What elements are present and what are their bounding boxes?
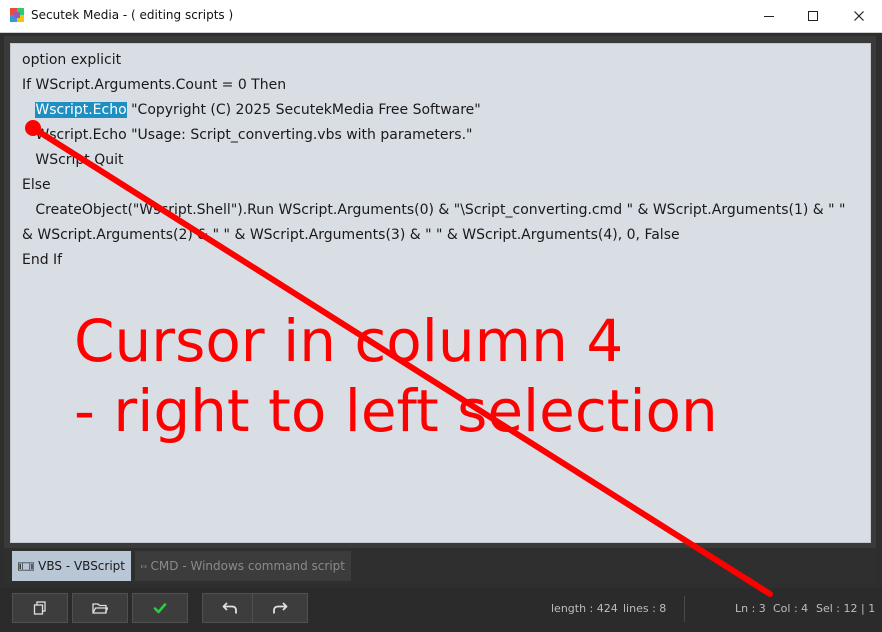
app-logo-icon bbox=[10, 8, 24, 22]
tabs-bar: VBS - VBScript CMD - Windows command scr… bbox=[4, 548, 876, 584]
tab-vbs[interactable]: VBS - VBScript bbox=[12, 551, 131, 581]
code-line: CreateObject("Wscript.Shell").Run WScrip… bbox=[22, 202, 846, 218]
code-line: Else bbox=[22, 177, 51, 193]
maximize-button[interactable] bbox=[790, 0, 836, 32]
code-line: & WScript.Arguments(2) & " " & WScript.A… bbox=[22, 227, 680, 243]
status-sel: Sel : 12 | 1 bbox=[816, 602, 876, 615]
window-title: Secutek Media - ( editing scripts ) bbox=[31, 8, 234, 22]
tab-label: CMD - Windows command script bbox=[150, 559, 345, 573]
open-button[interactable] bbox=[72, 593, 128, 623]
undo-button[interactable] bbox=[202, 593, 258, 623]
tab-cmd[interactable]: CMD - Windows command script bbox=[135, 551, 351, 581]
code-line: End If bbox=[22, 252, 63, 268]
film-strip-icon bbox=[18, 561, 35, 571]
code-line: Wscript.Echo "Copyright (C) 2025 Secutek… bbox=[22, 98, 481, 123]
maximize-icon bbox=[808, 11, 818, 21]
copy-icon bbox=[33, 601, 46, 615]
code-line: WScript.Quit bbox=[22, 152, 124, 168]
selected-text: Wscript.Echo bbox=[35, 102, 127, 118]
status-separator bbox=[684, 596, 685, 622]
app-window: Secutek Media - ( editing scripts ) opti… bbox=[0, 0, 882, 632]
code-line: If WScript.Arguments.Count = 0 Then bbox=[22, 77, 287, 93]
status-ln: Ln : 3 bbox=[735, 602, 766, 615]
tab-label: VBS - VBScript bbox=[38, 559, 125, 573]
film-strip-icon bbox=[141, 564, 147, 568]
redo-button[interactable] bbox=[252, 593, 308, 623]
open-folder-icon bbox=[92, 603, 108, 614]
undo-icon bbox=[222, 602, 237, 614]
copy-button[interactable] bbox=[12, 593, 68, 623]
status-lines: lines : 8 bbox=[623, 602, 667, 615]
code-line: option explicit bbox=[22, 52, 122, 68]
minimize-icon bbox=[764, 16, 774, 17]
close-icon bbox=[854, 11, 864, 21]
code-editor[interactable]: option explicit If WScript.Arguments.Cou… bbox=[10, 43, 871, 543]
status-col: Col : 4 bbox=[773, 602, 809, 615]
code-line-rest: "Copyright (C) 2025 SecutekMedia Free So… bbox=[126, 102, 481, 118]
bottom-toolbar: length : 424 lines : 8 Ln : 3 Col : 4 Se… bbox=[0, 588, 882, 632]
code-line: Wscript.Echo "Usage: Script_converting.v… bbox=[22, 127, 473, 143]
save-button[interactable] bbox=[132, 593, 188, 623]
title-bar: Secutek Media - ( editing scripts ) bbox=[0, 0, 882, 33]
close-button[interactable] bbox=[836, 0, 882, 32]
minimize-button[interactable] bbox=[746, 0, 792, 32]
status-length: length : 424 bbox=[551, 602, 618, 615]
check-icon bbox=[153, 603, 167, 614]
redo-icon bbox=[273, 602, 288, 614]
